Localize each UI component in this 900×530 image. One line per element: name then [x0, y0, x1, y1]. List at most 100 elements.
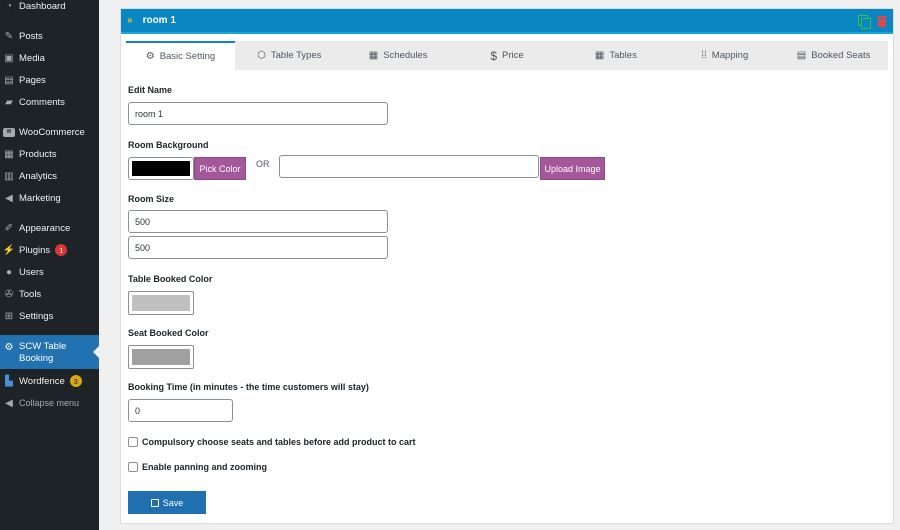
table-booked-color-swatch[interactable]: [128, 291, 194, 315]
wordfence-icon: ▙: [5, 375, 13, 387]
room-width-input[interactable]: 500: [128, 210, 388, 233]
tab-label: Table Types: [270, 50, 322, 61]
panning-label: Enable panning and zooming: [142, 462, 267, 472]
tab-table-types[interactable]: ⬡ Table Types: [235, 41, 344, 70]
save-label: Save: [162, 497, 184, 508]
gear-icon: ⚙: [4, 341, 14, 353]
sidebar-item-label: Comments: [19, 96, 65, 108]
sidebar-item-wordfence[interactable]: ▙ Wordfence 3: [0, 370, 99, 392]
admin-sidebar: ◔ Dashboard ✎ Posts ▣ Media ▤ Pages ▰ Co…: [0, 0, 99, 530]
sidebar-item-media[interactable]: ▣ Media: [0, 47, 99, 69]
sidebar-item-label: Appearance: [19, 222, 71, 234]
compulsory-label: Compulsory choose seats and tables befor…: [142, 437, 416, 447]
edit-name-input[interactable]: room 1: [128, 102, 388, 125]
calendar-icon: ▦: [368, 50, 379, 61]
sidebar-item-label: Products: [19, 148, 57, 160]
tab-label: Mapping: [711, 50, 749, 61]
room-background-swatch[interactable]: [128, 157, 194, 180]
compulsory-checkbox-row[interactable]: Compulsory choose seats and tables befor…: [128, 437, 416, 447]
sidebar-item-scw-table-booking[interactable]: ⚙ SCW Table Booking: [0, 335, 99, 369]
duplicate-icon[interactable]: [858, 15, 871, 29]
tab-mapping[interactable]: ⁞⁞ Mapping: [670, 41, 779, 70]
edit-name-label: Edit Name: [128, 85, 173, 95]
user-icon: ●: [5, 266, 13, 278]
seat-booked-color-swatch[interactable]: [128, 345, 194, 369]
room-height-input[interactable]: 500: [128, 236, 388, 259]
booking-time-label: Booking Time (in minutes - the time cust…: [128, 382, 369, 392]
sidebar-item-label: Analytics: [19, 170, 58, 182]
collapse-icon: ◀: [5, 397, 13, 409]
panning-checkbox[interactable]: [128, 462, 138, 472]
sidebar-item-label: Plugins: [19, 244, 51, 256]
sidebar-item-users[interactable]: ● Users: [0, 261, 99, 283]
mapping-icon: ⁞⁞: [701, 50, 707, 61]
wrench-icon: ✇: [4, 288, 14, 300]
room-size-label: Room Size: [128, 194, 175, 204]
compulsory-checkbox[interactable]: [128, 437, 138, 447]
tab-price[interactable]: $ Price: [453, 41, 562, 70]
sidebar-item-products[interactable]: ▦ Products: [0, 143, 99, 165]
sidebar-item-settings[interactable]: ⊞ Settings: [0, 305, 99, 327]
chevron-down-icon[interactable]: »: [127, 15, 133, 26]
tab-basic-setting[interactable]: ⚙ Basic Setting: [126, 41, 235, 70]
settings-tabs: ⚙ Basic Setting ⬡ Table Types ▦ Schedule…: [126, 41, 888, 70]
or-label: OR: [256, 159, 270, 169]
plugins-update-badge: 1: [55, 244, 68, 256]
collapse-menu-button[interactable]: ◀ Collapse menu: [0, 392, 99, 414]
tab-label: Price: [502, 50, 524, 61]
sidebar-item-appearance[interactable]: ✐ Appearance: [0, 217, 99, 239]
archive-icon: ▦: [4, 148, 14, 160]
sidebar-item-dashboard[interactable]: ◔ Dashboard: [0, 0, 99, 17]
sidebar-item-comments[interactable]: ▰ Comments: [0, 91, 99, 113]
header-actions: [858, 15, 887, 29]
megaphone-icon: ◀: [5, 192, 13, 204]
sidebar-item-analytics[interactable]: ▥ Analytics: [0, 165, 99, 187]
comment-icon: ▰: [5, 96, 13, 108]
cube-icon: ⬡: [257, 50, 266, 61]
wordfence-badge: 3: [69, 375, 82, 387]
pages-icon: ▤: [4, 74, 14, 86]
room-background-label: Room Background: [128, 140, 209, 150]
plug-icon: ⚡: [2, 244, 16, 256]
sidebar-item-tools[interactable]: ✇ Tools: [0, 283, 99, 305]
color-preview: [132, 161, 190, 176]
woo-icon: W: [3, 126, 15, 138]
sidebar-item-label: Posts: [19, 30, 43, 42]
gear-icon: ⚙: [145, 51, 155, 62]
sidebar-item-pages[interactable]: ▤ Pages: [0, 69, 99, 91]
document-icon: ▤: [796, 50, 807, 61]
sidebar-item-marketing[interactable]: ◀ Marketing: [0, 187, 99, 209]
color-preview: [132, 349, 190, 365]
tab-label: Tables: [609, 50, 637, 61]
upload-image-button[interactable]: Upload Image: [540, 157, 605, 180]
tab-label: Basic Setting: [159, 51, 216, 62]
room-panel-header[interactable]: » room 1: [121, 9, 893, 34]
save-button[interactable]: Save: [128, 491, 206, 514]
tab-booked-seats[interactable]: ▤ Booked Seats: [779, 41, 888, 70]
sidebar-item-label: Marketing: [19, 192, 61, 204]
table-booked-color-label: Table Booked Color: [128, 274, 213, 284]
booking-time-input[interactable]: 0: [128, 399, 233, 422]
grid-icon: ▦: [594, 50, 605, 61]
pick-color-button[interactable]: Pick Color: [194, 157, 246, 180]
room-panel: » room 1 ⚙ Basic Setting ⬡ Table Types ▦…: [120, 8, 894, 524]
trash-icon[interactable]: [877, 15, 887, 27]
color-preview: [132, 295, 190, 311]
room-title: room 1: [142, 15, 176, 26]
sidebar-item-woocommerce[interactable]: W WooCommerce: [0, 121, 99, 143]
sidebar-item-label: Collapse menu: [19, 398, 80, 408]
seat-booked-color-label: Seat Booked Color: [128, 328, 209, 338]
media-icon: ▣: [4, 52, 14, 64]
tab-tables[interactable]: ▦ Tables: [561, 41, 670, 70]
tab-label: Booked Seats: [811, 50, 871, 61]
sidebar-item-label: WooCommerce: [19, 126, 85, 138]
sidebar-item-label: Pages: [19, 74, 46, 86]
sidebar-item-label: SCW Table Booking: [19, 341, 67, 364]
sidebar-item-posts[interactable]: ✎ Posts: [0, 25, 99, 47]
panning-checkbox-row[interactable]: Enable panning and zooming: [128, 462, 267, 472]
sidebar-item-plugins[interactable]: ⚡ Plugins 1: [0, 239, 99, 261]
tab-schedules[interactable]: ▦ Schedules: [344, 41, 453, 70]
image-url-input[interactable]: [279, 155, 539, 178]
sidebar-item-label: Wordfence: [19, 375, 65, 387]
sidebar-item-label: Media: [19, 52, 45, 64]
